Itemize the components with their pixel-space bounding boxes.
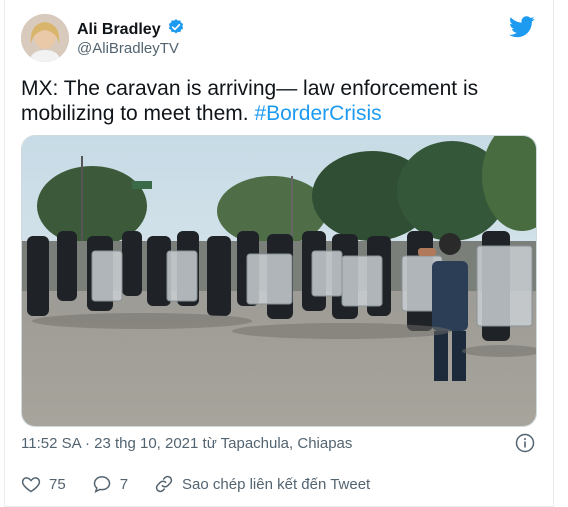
avatar[interactable] xyxy=(21,14,69,62)
like-button[interactable]: 75 xyxy=(21,474,66,494)
tweet-text: MX: The caravan is arriving— law enforce… xyxy=(21,76,521,126)
tweet-actions: 75 7 Sao chép liên kết đến Tweet xyxy=(21,474,396,494)
reply-icon xyxy=(93,476,110,493)
like-count: 75 xyxy=(49,475,66,493)
tweet-body: MX: The caravan is arriving— law enforce… xyxy=(21,77,479,125)
copy-link-button[interactable]: Sao chép liên kết đến Tweet xyxy=(154,474,370,494)
verified-icon xyxy=(167,18,185,41)
info-icon[interactable] xyxy=(515,433,535,453)
tweet-timestamp[interactable]: 11:52 SA · 23 thg 10, 2021 từ Tapachula,… xyxy=(21,435,352,452)
hashtag-link[interactable]: #BorderCrisis xyxy=(254,102,381,125)
author-handle[interactable]: @AliBradleyTV xyxy=(77,40,179,57)
link-icon xyxy=(155,475,173,493)
tweet-video[interactable] xyxy=(21,135,537,427)
twitter-bird-icon[interactable] xyxy=(509,16,535,38)
reply-button[interactable]: 7 xyxy=(92,474,128,494)
author-name[interactable]: Ali Bradley xyxy=(77,21,161,39)
author-name-row[interactable]: Ali Bradley xyxy=(77,18,185,41)
tweet-card: Ali Bradley @AliBradleyTV MX: The carava… xyxy=(4,0,554,507)
heart-icon xyxy=(21,477,41,493)
reply-count: 7 xyxy=(119,475,129,493)
copy-link-label: Sao chép liên kết đến Tweet xyxy=(182,475,371,493)
